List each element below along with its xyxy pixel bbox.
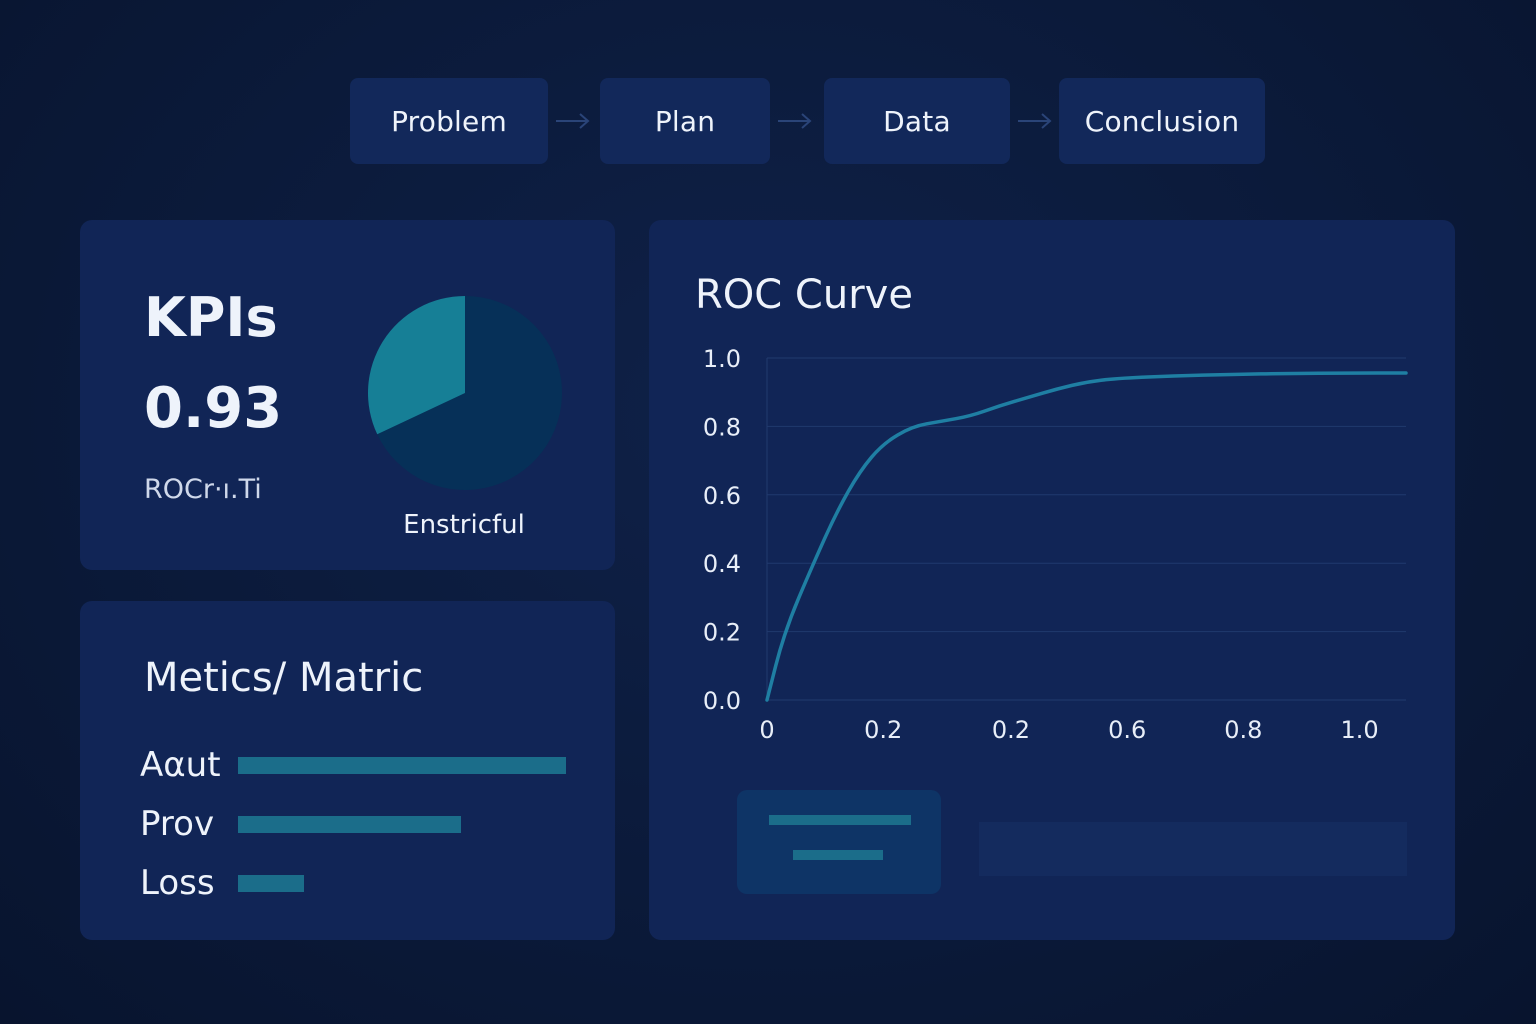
metric-row: Aαut — [140, 745, 566, 785]
metric-bar — [238, 874, 304, 892]
step-problem[interactable]: Problem — [350, 78, 548, 164]
metrics-title: Metics/ Matric — [144, 655, 424, 701]
metric-label: Loss — [140, 863, 215, 903]
metrics-card: Metics/ Matric Aαut Prov Loss — [80, 601, 615, 940]
arrow-right-icon — [1018, 113, 1052, 129]
step-plan[interactable]: Plan — [600, 78, 770, 164]
y-tick-label: 1.0 — [703, 345, 741, 373]
kpi-value: 0.93 — [144, 376, 283, 441]
metric-row: Loss — [140, 863, 566, 903]
x-tick-label: 0.6 — [1108, 716, 1146, 744]
metric-bar — [238, 815, 462, 833]
roc-card: 0.0 0.2 0.4 0.6 0.8 1.0 0 0.2 0.2 0.6 0.8 1.0 ROC C… — [649, 220, 1455, 940]
y-tick-label: 0.6 — [703, 482, 741, 510]
kpi-title: KPIs — [144, 286, 278, 349]
legend-strip — [979, 822, 1407, 876]
x-tick-label: 1.0 — [1340, 716, 1378, 744]
x-tick-label: 0.2 — [992, 716, 1030, 744]
legend-line — [793, 850, 883, 860]
step-conclusion[interactable]: Conclusion — [1059, 78, 1265, 164]
metric-track — [238, 756, 566, 774]
metric-bar — [238, 756, 566, 774]
metric-label: Aαut — [140, 745, 221, 785]
metric-row: Prov — [140, 804, 566, 844]
x-tick-label: 0.8 — [1224, 716, 1262, 744]
kpi-subtitle: ROCr·ı.Ti — [144, 474, 262, 505]
y-tick-label: 0.0 — [703, 687, 741, 715]
x-tick-label: 0 — [759, 716, 774, 744]
roc-title: ROC Curve — [695, 272, 913, 318]
legend-box — [737, 790, 941, 894]
metric-track — [238, 874, 566, 892]
arrow-right-icon — [556, 113, 590, 129]
arrow-right-icon — [778, 113, 812, 129]
y-tick-label: 0.4 — [703, 550, 741, 578]
roc-series-line — [765, 371, 1408, 702]
pie-chart — [368, 296, 562, 490]
x-tick-label: 0.2 — [864, 716, 902, 744]
legend-line — [769, 815, 911, 825]
step-data[interactable]: Data — [824, 78, 1010, 164]
y-tick-label: 0.8 — [703, 413, 741, 441]
kpi-card: KPIs 0.93 ROCr·ı.Ti Enstricful — [80, 220, 615, 570]
pie-label: Enstricful — [403, 510, 525, 540]
dashboard: Problem Plan Data Conclusion KPIs 0.93 R… — [0, 0, 1536, 1024]
metric-track — [238, 815, 566, 833]
y-tick-label: 0.2 — [703, 619, 741, 647]
metric-label: Prov — [140, 804, 215, 844]
